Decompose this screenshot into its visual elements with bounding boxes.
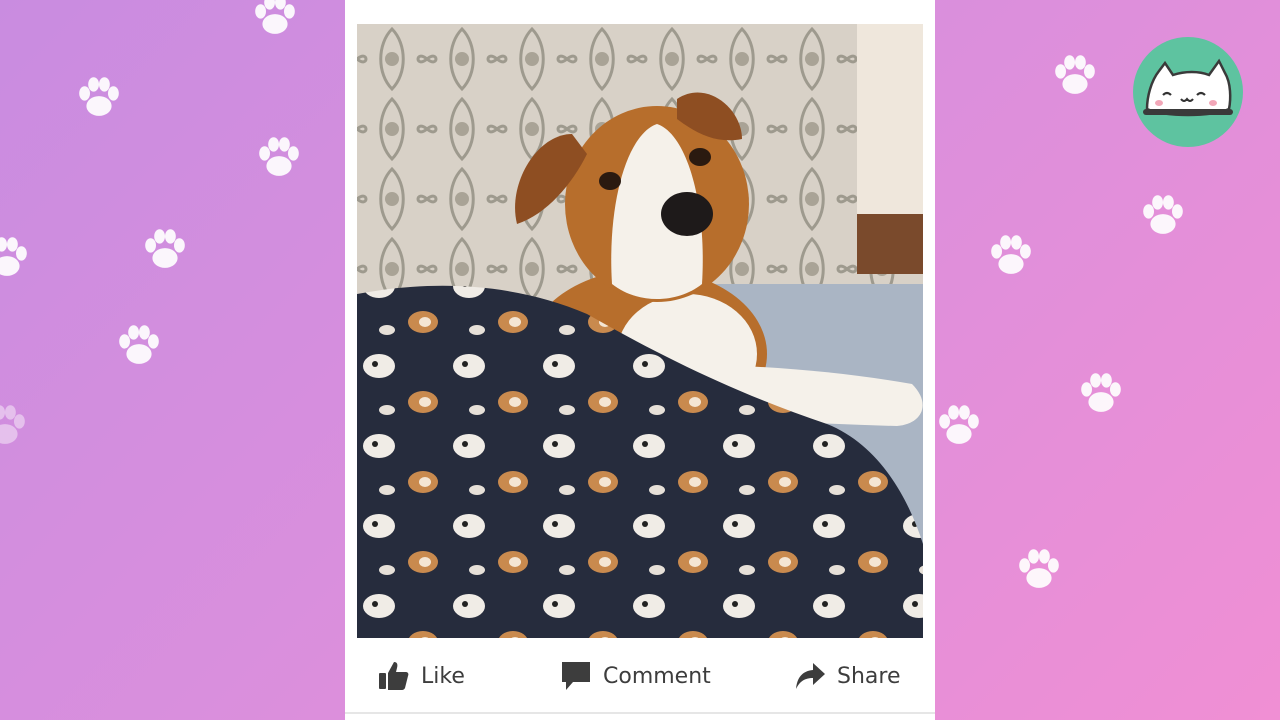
paw-print-icon xyxy=(984,228,1038,282)
paw-print-icon xyxy=(0,398,32,452)
paw-print-icon xyxy=(1012,542,1066,596)
thumbs-up-icon xyxy=(377,659,411,693)
paw-print-icon xyxy=(252,130,306,184)
post-actions-bar: Like Comment Share xyxy=(345,646,935,706)
share-button[interactable]: Share xyxy=(793,646,901,706)
share-arrow-icon xyxy=(793,659,827,693)
like-label: Like xyxy=(421,663,465,689)
paw-print-icon xyxy=(1048,48,1102,102)
paw-print-icon xyxy=(1136,188,1190,242)
share-label: Share xyxy=(837,663,901,689)
paw-print-icon xyxy=(1074,366,1128,420)
comment-label: Comment xyxy=(603,663,711,689)
paw-print-icon xyxy=(72,70,126,124)
like-button[interactable]: Like xyxy=(377,646,465,706)
paw-print-icon xyxy=(112,318,166,372)
divider xyxy=(345,712,935,714)
cat-mascot-icon xyxy=(1133,37,1243,147)
paw-print-icon xyxy=(0,230,34,284)
post-photo xyxy=(357,24,923,638)
paw-print-icon xyxy=(248,0,302,42)
paw-print-icon xyxy=(138,222,192,276)
paw-print-icon xyxy=(932,398,986,452)
post-card: Like Comment Share xyxy=(345,0,935,720)
comment-button[interactable]: Comment xyxy=(559,646,711,706)
speech-bubble-icon xyxy=(559,659,593,693)
